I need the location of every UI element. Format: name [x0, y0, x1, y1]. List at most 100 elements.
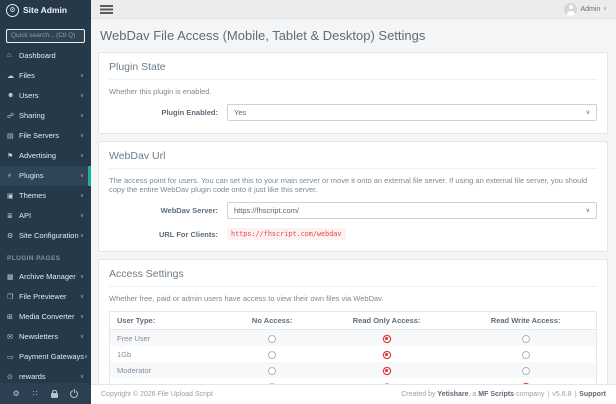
sidebar-item-api[interactable]: ≣ API ∨ [0, 206, 91, 226]
radio-no-access[interactable] [268, 367, 276, 375]
webdav-server-select[interactable]: https://fhscript.com/ ∨ [227, 202, 597, 219]
topbar: Admin ∨ [91, 0, 616, 19]
sidebar-item-rewards[interactable]: ⊙ rewards ∨ [0, 367, 91, 384]
sidebar-item-themes[interactable]: ▣ Themes ∨ [0, 186, 91, 206]
chevron-down-icon: ∨ [586, 207, 590, 214]
media-icon: ⊞ [7, 313, 19, 321]
content: WebDav File Access (Mobile, Tablet & Des… [91, 19, 616, 384]
search-input[interactable] [6, 29, 85, 43]
access-settings-table: User Type: No Access: Read Only Access: … [109, 311, 597, 384]
radio-read-write[interactable] [522, 351, 530, 359]
chevron-down-icon: ∨ [80, 133, 84, 139]
fullscreen-icon[interactable]: ∷ [33, 390, 38, 398]
sidebar-item-file-previewer[interactable]: ❐ File Previewer ∨ [0, 287, 91, 307]
page-title: WebDav File Access (Mobile, Tablet & Des… [100, 28, 608, 43]
url-for-clients-label: URL For Clients: [109, 230, 227, 239]
access-settings-card: Access Settings Whether free, paid or ad… [98, 259, 608, 384]
chevron-down-icon: ∨ [80, 274, 84, 280]
chevron-down-icon: ∨ [603, 6, 607, 12]
sidebar-item-file-servers[interactable]: ▤ File Servers ∨ [0, 126, 91, 146]
chevron-down-icon: ∨ [80, 153, 84, 159]
mfscripts-link[interactable]: MF Scripts [478, 391, 514, 398]
user-menu[interactable]: Admin ∨ [564, 3, 607, 16]
sidebar-item-label: Plugins [19, 171, 44, 180]
sidebar-item-label: File Servers [19, 131, 59, 140]
sidebar-item-newsletters[interactable]: ✉ Newsletters ∨ [0, 327, 91, 347]
webdav-url-card: WebDav Url The access point for users. Y… [98, 141, 608, 252]
file-icon: ❐ [7, 293, 19, 301]
sidebar-item-plugins[interactable]: ⚡ Plugins ∨ [0, 166, 91, 186]
home-icon: ⌂ [7, 52, 19, 59]
archive-icon: ▦ [7, 273, 19, 281]
gear-icon: ⚙ [7, 232, 19, 240]
plug-icon: ⚡ [7, 172, 19, 180]
chevron-down-icon: ∨ [80, 374, 84, 380]
sidebar: ⚙ Site Admin ⌂ Dashboard ☁ Files ∨ ☻ Use… [0, 0, 91, 404]
users-icon: ☻ [7, 92, 19, 99]
coin-icon: ⊙ [7, 373, 19, 381]
image-icon: ▣ [7, 192, 19, 200]
sidebar-item-users[interactable]: ☻ Users ∨ [0, 86, 91, 106]
webdav-url-description: The access point for users. You can set … [109, 176, 597, 194]
menu-icon[interactable] [100, 5, 113, 7]
credits: Created by Yetishare, a MF Scripts compa… [401, 391, 606, 398]
user-type-cell: 1Gb [110, 346, 227, 362]
chevron-down-icon: ∨ [80, 314, 84, 320]
sidebar-item-label: Themes [19, 191, 46, 200]
radio-no-access[interactable] [268, 335, 276, 343]
sidebar-item-sharing[interactable]: ☍ Sharing ∨ [0, 106, 91, 126]
brand[interactable]: ⚙ Site Admin [0, 0, 91, 20]
cloud-icon: ☁ [7, 72, 19, 80]
radio-read-write[interactable] [522, 367, 530, 375]
column-header-read-only: Read Only Access: [318, 312, 455, 330]
radio-read-only[interactable] [383, 351, 391, 359]
avatar [564, 3, 577, 16]
sidebar-item-label: Advertising [19, 151, 56, 160]
radio-read-write[interactable] [522, 383, 530, 384]
settings-gear-icon[interactable]: ⚙ [12, 390, 19, 398]
sidebar-item-label: Dashboard [19, 51, 56, 60]
sidebar-item-label: Site Configuration [19, 231, 79, 240]
radio-read-only[interactable] [383, 383, 391, 384]
share-icon: ☍ [7, 112, 19, 120]
hdd-icon: ▤ [7, 132, 19, 140]
support-link[interactable]: Support [579, 391, 606, 398]
radio-read-only[interactable] [383, 367, 391, 375]
sidebar-item-advertising[interactable]: ⚑ Advertising ∨ [0, 146, 91, 166]
sidebar-item-media-converter[interactable]: ⊞ Media Converter ∨ [0, 307, 91, 327]
sidebar-item-label: rewards [19, 372, 46, 381]
main-area: Admin ∨ WebDav File Access (Mobile, Tabl… [91, 0, 616, 404]
sidebar-footer: ⚙ ∷ [0, 383, 91, 404]
brand-name: Site Admin [23, 5, 67, 15]
site-logo-icon: ⚙ [6, 4, 19, 17]
sidebar-item-label: Archive Manager [19, 272, 76, 281]
sidebar-item-label: Payment Gateways [19, 352, 84, 361]
webdav-server-value: https://fhscript.com/ [234, 206, 299, 215]
sidebar-item-payment-gateways[interactable]: ▭ Payment Gateways ∨ [0, 347, 91, 367]
sidebar-item-dashboard[interactable]: ⌂ Dashboard [0, 46, 91, 66]
plugin-state-description: Whether this plugin is enabled. [109, 87, 597, 96]
version-text: v5.6.8 [552, 391, 571, 398]
chevron-down-icon: ∨ [80, 73, 84, 79]
sidebar-item-site-configuration[interactable]: ⚙ Site Configuration ∨ [0, 226, 91, 246]
radio-no-access[interactable] [268, 351, 276, 359]
radio-read-write[interactable] [522, 335, 530, 343]
column-header-user-type: User Type: [110, 312, 227, 330]
chevron-down-icon: ∨ [80, 93, 84, 99]
sidebar-item-label: Users [19, 91, 39, 100]
plugin-state-card: Plugin State Whether this plugin is enab… [98, 52, 608, 134]
lock-icon[interactable] [51, 393, 58, 398]
envelope-icon: ✉ [7, 333, 19, 341]
yetishare-link[interactable]: Yetishare [437, 391, 468, 398]
power-icon[interactable] [70, 390, 78, 398]
sidebar-item-archive-manager[interactable]: ▦ Archive Manager ∨ [0, 267, 91, 287]
access-settings-heading: Access Settings [109, 268, 597, 287]
plugin-state-heading: Plugin State [109, 61, 597, 80]
sidebar-item-label: API [19, 211, 31, 220]
webdav-url-heading: WebDav Url [109, 150, 597, 169]
sidebar-item-files[interactable]: ☁ Files ∨ [0, 66, 91, 86]
table-row: Free User [110, 330, 597, 347]
radio-read-only[interactable] [383, 335, 391, 343]
copyright-text: Copyright © 2026 File Upload Script [101, 391, 213, 398]
plugin-enabled-select[interactable]: Yes ∨ [227, 104, 597, 121]
